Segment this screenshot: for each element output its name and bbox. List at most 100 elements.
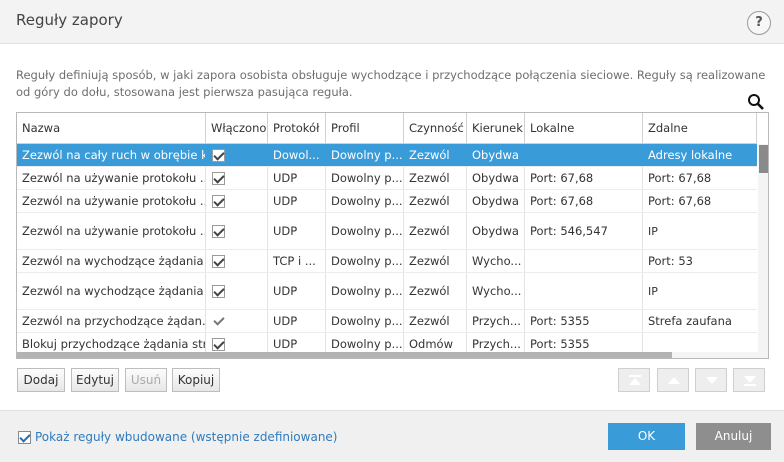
- column-header-action[interactable]: Czynność: [404, 113, 467, 143]
- table-row[interactable]: Zezwól na przychodzące żądan... UDP Dowoln…: [17, 310, 757, 333]
- table-row[interactable]: Zezwól na używanie protokołu ... UDP Dowol…: [17, 167, 757, 190]
- move-up-button[interactable]: [657, 368, 689, 392]
- search-button[interactable]: [744, 91, 768, 113]
- enabled-checkbox[interactable]: [212, 224, 225, 238]
- column-header-name[interactable]: Nazwa: [17, 113, 206, 143]
- cell-profile: Dowolny p...: [326, 167, 404, 189]
- cell-remote: Port: 67,68: [648, 171, 712, 185]
- cell-name: Zezwól na przychodzące żądan...: [17, 310, 206, 332]
- cell-profile: Dowolny p...: [326, 144, 404, 166]
- column-header-local[interactable]: Lokalne: [525, 113, 643, 143]
- remove-button[interactable]: Usuń: [125, 368, 167, 392]
- column-header-remote[interactable]: Zdalne: [643, 113, 757, 143]
- cell-action: Zezwól: [404, 190, 467, 212]
- cell-line: P: [651, 224, 658, 238]
- copy-button[interactable]: Kopiuj: [172, 368, 220, 392]
- cell-local: [525, 250, 643, 272]
- enabled-checkbox[interactable]: [212, 284, 225, 298]
- cell-name: Zezwól na używanie protokołu ...: [17, 213, 206, 249]
- cell-action: Zezwól: [404, 213, 467, 249]
- column-header-protocol[interactable]: Protokół: [268, 113, 326, 143]
- move-up-icon: [668, 377, 680, 384]
- cell-local: Port: 5355: [525, 310, 643, 332]
- column-header-enabled[interactable]: Włączono: [206, 113, 268, 143]
- cell-profile: Dowolny p...: [326, 213, 404, 249]
- cell-action: Zezwól: [404, 167, 467, 189]
- cell-name: Zezwól na wychodzące żądania ...: [17, 273, 206, 309]
- rules-table: Nazwa Włączono Protokół Profil Czynność …: [16, 112, 769, 359]
- cell-direction: Przych...: [467, 310, 525, 332]
- cell-profile: Dowolny p...: [326, 190, 404, 212]
- cell-remote: Port: 67,68: [648, 194, 712, 208]
- cell-direction: Obydwa: [467, 167, 525, 189]
- cell-enabled[interactable]: [206, 310, 268, 332]
- cell-direction: Obydwa: [467, 144, 525, 166]
- cell-protocol: TCP i ...: [268, 250, 326, 272]
- move-bottom-button[interactable]: [733, 368, 765, 392]
- table-row[interactable]: Zezwól na używanie protokołu ... UDP Dowol…: [17, 190, 757, 213]
- enabled-checkbox[interactable]: [212, 171, 225, 185]
- cell-protocol: Dowol...: [268, 144, 326, 166]
- edit-button[interactable]: Edytuj: [71, 368, 119, 392]
- enabled-checkbox[interactable]: [212, 337, 225, 351]
- dialog-title: Reguły zapory: [16, 11, 123, 29]
- cell-local: [525, 144, 643, 166]
- cell-local: Port: 546,547: [525, 213, 643, 249]
- cell-enabled[interactable]: [206, 250, 268, 272]
- cell-remote: Adresy lokalne: [648, 148, 733, 162]
- cell-profile: Dowolny p...: [326, 250, 404, 272]
- title-bar: Reguły zapory ?: [0, 0, 784, 44]
- cell-direction: Obydwa: [467, 213, 525, 249]
- move-down-icon: [706, 377, 718, 384]
- cell-name: Zezwól na używanie protokołu ...: [17, 190, 206, 212]
- show-builtin-rules-checkbox[interactable]: [18, 431, 31, 444]
- cell-name: Zezwól na wychodzące żądania ...: [17, 250, 206, 272]
- vertical-scrollbar[interactable]: [758, 144, 768, 358]
- enabled-checkbox[interactable]: [212, 194, 225, 208]
- enabled-checkbox[interactable]: [212, 315, 225, 328]
- cell-action: Zezwól: [404, 250, 467, 272]
- cell-name: Zezwól na używanie protokołu ...: [17, 167, 206, 189]
- cell-protocol: UDP: [268, 167, 326, 189]
- cell-local: [525, 273, 643, 309]
- table-row[interactable]: Zezwól na cały ruch w obrębie k... Dowol.…: [17, 144, 757, 167]
- cell-action: Zezwól: [404, 144, 467, 166]
- cell-enabled[interactable]: [206, 167, 268, 189]
- cell-local: Port: 67,68: [525, 190, 643, 212]
- cell-direction: Wycho...: [467, 273, 525, 309]
- horizontal-scrollbar[interactable]: [17, 352, 758, 358]
- vertical-scroll-thumb[interactable]: [759, 145, 768, 173]
- enabled-checkbox[interactable]: [212, 254, 225, 268]
- description-text: Reguły definiują sposób, w jaki zapora o…: [16, 68, 766, 99]
- move-top-button[interactable]: [618, 368, 650, 392]
- cell-action: Zezwól: [404, 273, 467, 309]
- cell-enabled[interactable]: [206, 213, 268, 249]
- table-row[interactable]: Zezwól na używanie protokołu ... UDP Dowol…: [17, 213, 757, 250]
- help-button[interactable]: ?: [747, 11, 771, 35]
- search-icon: [748, 94, 764, 110]
- cell-enabled[interactable]: [206, 144, 268, 166]
- cell-line: P: [651, 284, 658, 298]
- add-button[interactable]: Dodaj: [17, 368, 65, 392]
- table-row[interactable]: Zezwól na wychodzące żądania ... UDP Dowol…: [17, 273, 757, 310]
- cell-remote: Strefa zaufana: [648, 314, 732, 328]
- cell-profile: Dowolny p...: [326, 310, 404, 332]
- enabled-checkbox[interactable]: [212, 148, 225, 162]
- cell-enabled[interactable]: [206, 190, 268, 212]
- move-top-icon: [629, 375, 641, 385]
- horizontal-scroll-thumb[interactable]: [17, 352, 672, 358]
- move-down-button[interactable]: [695, 368, 727, 392]
- cell-protocol: UDP: [268, 310, 326, 332]
- cell-direction: Obydwa: [467, 190, 525, 212]
- cell-action: Zezwól: [404, 310, 467, 332]
- table-header: Nazwa Włączono Protokół Profil Czynność …: [17, 113, 757, 144]
- cancel-button[interactable]: Anuluj: [696, 423, 771, 450]
- cell-protocol: UDP: [268, 213, 326, 249]
- column-header-direction[interactable]: Kierunek: [467, 113, 525, 143]
- cell-protocol: UDP: [268, 273, 326, 309]
- show-builtin-rules-label[interactable]: Pokaż reguły wbudowane (wstępnie zdefini…: [35, 430, 338, 444]
- column-header-profile[interactable]: Profil: [326, 113, 404, 143]
- cell-enabled[interactable]: [206, 273, 268, 309]
- table-row[interactable]: Zezwól na wychodzące żądania ... TCP i ..…: [17, 250, 757, 273]
- ok-button[interactable]: OK: [608, 423, 685, 450]
